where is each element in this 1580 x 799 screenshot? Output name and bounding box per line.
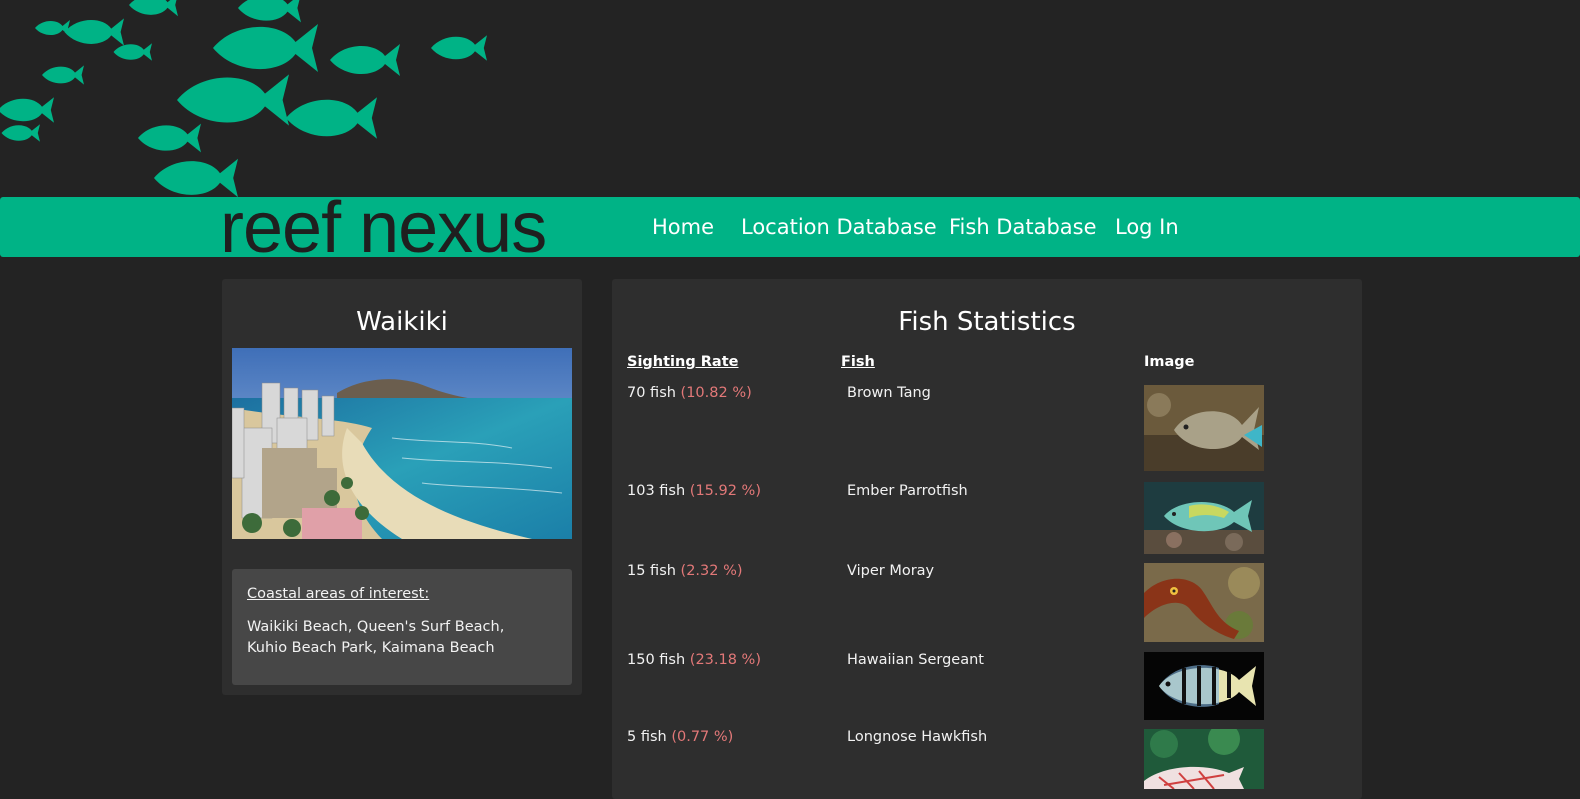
fish-school-graphic — [0, 0, 487, 198]
fish-statistics-title: Fish Statistics — [898, 307, 1076, 337]
fish-count: 15 fish — [627, 563, 676, 579]
fish-count: 150 fish — [627, 652, 686, 668]
points-of-interest-box: Coastal areas of interest: Waikiki Beach… — [232, 569, 572, 685]
location-title: Waikiki — [356, 307, 448, 337]
sighting-rate-cell: 15 fish (2.32 %) — [627, 563, 743, 579]
nav-location-database-link[interactable]: Location Database — [741, 213, 937, 241]
brown-tang-photo[interactable] — [1144, 385, 1264, 471]
fish-percent: (23.18 %) — [689, 652, 761, 668]
poi-heading: Coastal areas of interest: — [247, 586, 430, 602]
viper-moray-photo[interactable] — [1144, 563, 1264, 642]
nav-fish-database-link[interactable]: Fish Database — [949, 213, 1097, 241]
site-logo[interactable]: reef nexus — [220, 192, 547, 264]
fish-statistics-panel: Fish Statistics Sighting Rate Fish Image… — [612, 279, 1362, 799]
sighting-rate-cell: 150 fish (23.18 %) — [627, 652, 761, 668]
sighting-rate-cell: 70 fish (10.82 %) — [627, 385, 752, 401]
fish-name[interactable]: Brown Tang — [847, 385, 931, 401]
fish-percent: (0.77 %) — [671, 729, 734, 745]
column-header-fish[interactable]: Fish — [841, 354, 875, 370]
hawaiian-sergeant-photo[interactable] — [1144, 652, 1264, 720]
nav-log-in-link[interactable]: Log In — [1115, 213, 1179, 241]
nav-home-link[interactable]: Home — [652, 213, 714, 241]
fish-percent: (15.92 %) — [689, 483, 761, 499]
fish-name[interactable]: Hawaiian Sergeant — [847, 652, 984, 668]
column-header-image: Image — [1144, 354, 1195, 370]
ember-parrotfish-photo[interactable] — [1144, 482, 1264, 554]
poi-text: Waikiki Beach, Queen's Surf Beach, Kuhio… — [247, 619, 505, 656]
sighting-rate-cell: 103 fish (15.92 %) — [627, 483, 761, 499]
fish-name[interactable]: Ember Parrotfish — [847, 483, 968, 499]
longnose-hawkfish-photo[interactable] — [1144, 729, 1264, 789]
column-header-sighting-rate[interactable]: Sighting Rate — [627, 354, 738, 370]
location-panel: Waikiki Coastal areas of interest: Waiki… — [222, 279, 582, 695]
waikiki-beach-photo — [232, 348, 572, 539]
sighting-rate-cell: 5 fish (0.77 %) — [627, 729, 733, 745]
fish-name[interactable]: Viper Moray — [847, 563, 934, 579]
fish-percent: (10.82 %) — [680, 385, 752, 401]
fish-name[interactable]: Longnose Hawkfish — [847, 729, 987, 745]
fish-percent: (2.32 %) — [680, 563, 743, 579]
fish-count: 5 fish — [627, 729, 667, 745]
fish-count: 70 fish — [627, 385, 676, 401]
fish-count: 103 fish — [627, 483, 686, 499]
